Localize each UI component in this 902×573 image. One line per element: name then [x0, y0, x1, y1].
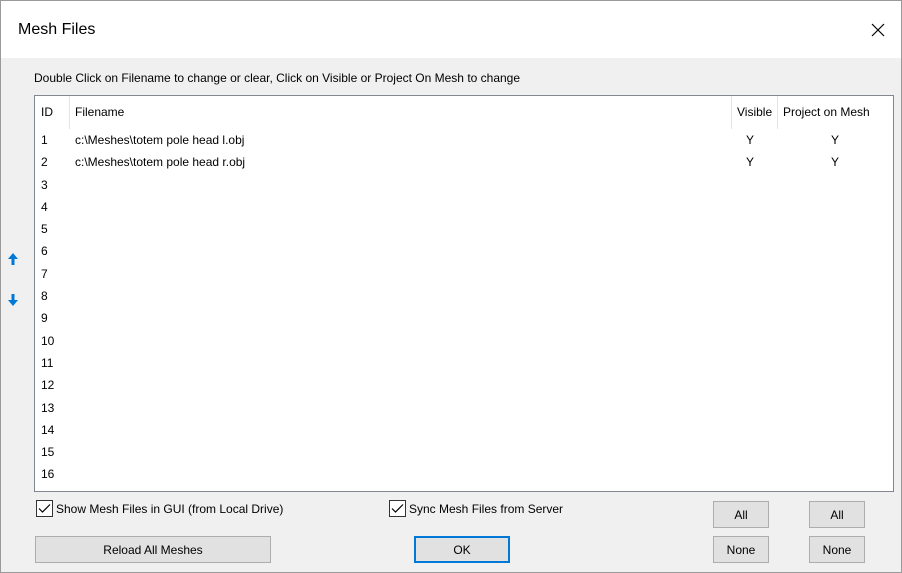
table-row[interactable]: 12	[35, 374, 893, 396]
column-header-visible[interactable]: Visible	[731, 96, 777, 129]
column-header-id[interactable]: ID	[35, 96, 69, 129]
row-visible[interactable]: Y	[738, 153, 762, 171]
arrow-down-icon	[8, 294, 18, 306]
ok-button[interactable]: OK	[414, 536, 510, 563]
row-visible[interactable]: Y	[738, 131, 762, 149]
arrow-up-icon	[8, 253, 18, 265]
list-header: ID Filename Visible Project on Mesh	[35, 96, 893, 129]
row-id: 16	[41, 467, 55, 482]
row-id: 15	[41, 445, 55, 460]
mesh-files-list[interactable]: ID Filename Visible Project on Mesh 1 c:…	[34, 95, 894, 492]
table-row[interactable]: 4	[35, 196, 893, 218]
table-row[interactable]: 3	[35, 174, 893, 196]
show-mesh-files-label: Show Mesh Files in GUI (from Local Drive…	[56, 501, 284, 516]
row-id: 12	[41, 378, 55, 393]
move-up-button[interactable]	[7, 252, 19, 266]
visible-none-button[interactable]: None	[713, 536, 769, 563]
row-filename[interactable]: c:\Meshes\totem pole head l.obj	[75, 131, 244, 149]
project-none-button[interactable]: None	[809, 536, 865, 563]
row-id: 11	[41, 355, 54, 370]
row-id: 6	[41, 244, 48, 259]
show-mesh-files-checkbox-group[interactable]: Show Mesh Files in GUI (from Local Drive…	[36, 500, 283, 517]
row-id: 2	[41, 155, 48, 170]
table-row[interactable]: 10	[35, 330, 893, 352]
row-id: 1	[41, 133, 48, 147]
row-id: 9	[41, 311, 48, 326]
sync-mesh-files-checkbox-group[interactable]: Sync Mesh Files from Server	[389, 500, 563, 517]
column-header-filename[interactable]: Filename	[69, 96, 731, 129]
table-row[interactable]: 15	[35, 441, 893, 463]
row-id: 5	[41, 222, 48, 237]
row-id: 14	[41, 422, 55, 437]
title-bar: Mesh Files	[1, 1, 901, 58]
row-filename[interactable]: c:\Meshes\totem pole head r.obj	[75, 153, 245, 171]
show-mesh-files-checkbox[interactable]	[36, 500, 53, 517]
move-down-button[interactable]	[7, 293, 19, 307]
row-id: 13	[41, 400, 55, 415]
row-project-on-mesh[interactable]: Y	[777, 153, 893, 171]
mesh-files-dialog: Mesh Files Double Click on Filename to c…	[0, 0, 902, 573]
table-row[interactable]: 9	[35, 307, 893, 329]
table-row[interactable]: 1 c:\Meshes\totem pole head l.obj Y Y	[35, 129, 893, 151]
instruction-text: Double Click on Filename to change or cl…	[34, 71, 521, 85]
dialog-title: Mesh Files	[18, 21, 96, 38]
table-row[interactable]: 13	[35, 397, 893, 419]
table-row[interactable]: 8	[35, 285, 893, 307]
table-row[interactable]: 2 c:\Meshes\totem pole head r.obj Y Y	[35, 151, 893, 173]
close-button[interactable]	[855, 1, 901, 58]
row-id: 4	[41, 199, 48, 214]
row-id: 7	[41, 266, 48, 281]
table-row[interactable]: 11	[35, 352, 893, 374]
row-id: 8	[41, 289, 48, 304]
project-all-button[interactable]: All	[809, 501, 865, 528]
reload-all-meshes-button[interactable]: Reload All Meshes	[35, 536, 271, 563]
sync-mesh-files-label: Sync Mesh Files from Server	[409, 501, 564, 516]
row-project-on-mesh[interactable]: Y	[777, 131, 893, 149]
column-header-project-on-mesh[interactable]: Project on Mesh	[777, 96, 893, 129]
list-body: 1 c:\Meshes\totem pole head l.obj Y Y 2 …	[35, 129, 893, 486]
row-id: 10	[41, 333, 55, 348]
sync-mesh-files-checkbox[interactable]	[389, 500, 406, 517]
row-id: 3	[41, 177, 48, 192]
table-row[interactable]: 16	[35, 463, 893, 485]
table-row[interactable]: 7	[35, 263, 893, 285]
close-icon	[871, 23, 885, 36]
table-row[interactable]: 6	[35, 240, 893, 262]
table-row[interactable]: 5	[35, 218, 893, 240]
checkmark-icon	[38, 504, 51, 513]
checkmark-icon	[391, 504, 404, 513]
table-row[interactable]: 14	[35, 419, 893, 441]
visible-all-button[interactable]: All	[713, 501, 769, 528]
